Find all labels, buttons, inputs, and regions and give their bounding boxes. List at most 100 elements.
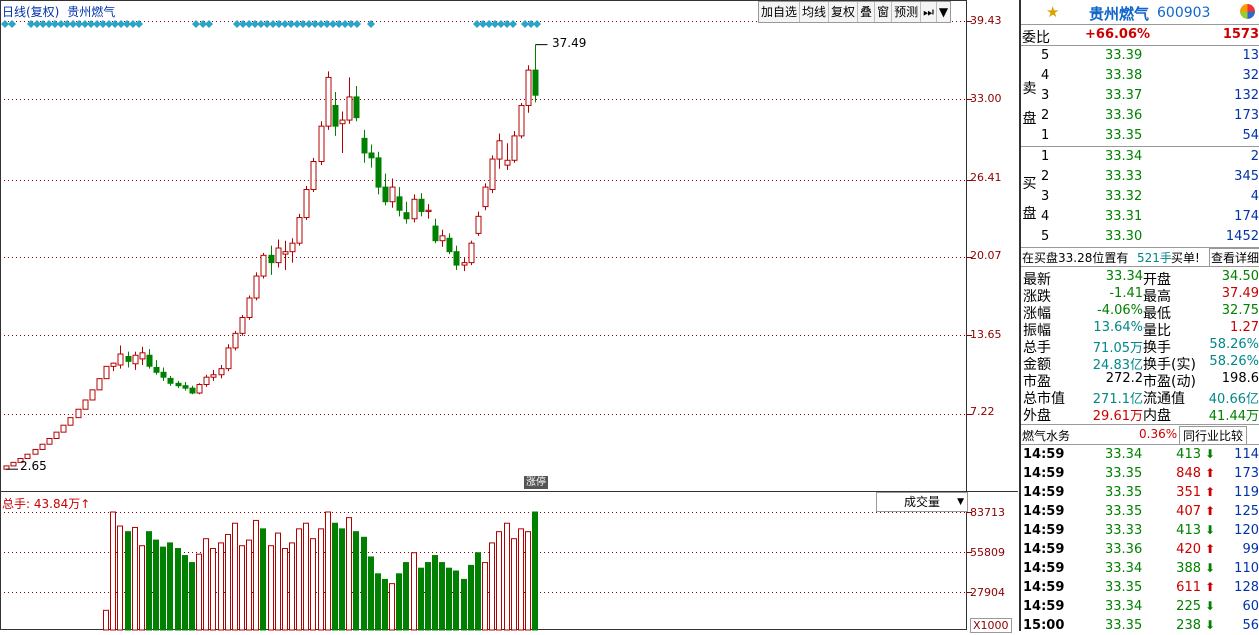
stats-row: 最新 33.34 开盘 34.50 bbox=[1021, 269, 1259, 288]
sell-level[interactable]: 1 33.35 54 bbox=[1021, 126, 1259, 146]
stats-row: 涨跌 -1.41 最高 37.49 bbox=[1021, 286, 1259, 305]
level-volume: 345 bbox=[1234, 169, 1259, 184]
event-diamond-icon bbox=[1, 20, 9, 28]
candle-body bbox=[368, 152, 375, 159]
candle-body bbox=[525, 69, 532, 106]
trade-time: 14:59 bbox=[1023, 542, 1065, 557]
event-diamond-icon bbox=[8, 20, 16, 28]
level-index: 5 bbox=[1041, 229, 1050, 244]
volume-bar bbox=[239, 545, 245, 631]
volume-bar bbox=[496, 531, 502, 631]
candle-body bbox=[110, 362, 117, 367]
kline-chart-area[interactable]: 日线(复权) 贵州燃气 加自选 均线 复权 叠 窗 预测 ⏭ ▼ 39.43 3… bbox=[0, 0, 1018, 633]
volume-axis-label: 55809 bbox=[970, 546, 1005, 559]
stat-value: 32.75 bbox=[1221, 303, 1259, 318]
volume-bar bbox=[125, 531, 131, 631]
level-volume: 54 bbox=[1242, 128, 1259, 143]
trade-count: 120 bbox=[1234, 523, 1259, 538]
candle-body bbox=[167, 377, 174, 384]
trade-price: 33.35 bbox=[1105, 485, 1143, 500]
buy-level[interactable]: 2 33.33 345 bbox=[1021, 167, 1259, 187]
level-index: 3 bbox=[1041, 88, 1050, 103]
candle-body bbox=[361, 137, 368, 154]
candle-body bbox=[332, 104, 339, 127]
trade-volume: 413 bbox=[1176, 447, 1201, 462]
buy-level[interactable]: 4 33.31 174 bbox=[1021, 207, 1259, 227]
volume-bar bbox=[353, 531, 359, 631]
kline-chart-canvas[interactable] bbox=[0, 0, 1018, 631]
sell-level[interactable]: 4 33.38 32 bbox=[1021, 66, 1259, 86]
candle-body bbox=[39, 443, 46, 450]
adjust-button[interactable]: 复权 bbox=[829, 2, 859, 22]
add-watchlist-button[interactable]: 加自选 bbox=[759, 2, 801, 22]
volume-bar bbox=[489, 542, 495, 631]
stat-value: -1.41 bbox=[1109, 286, 1143, 301]
stat-value: 1.27 bbox=[1230, 320, 1259, 335]
candle-body bbox=[117, 353, 124, 366]
volume-bar bbox=[425, 562, 431, 631]
volume-bar bbox=[446, 567, 452, 631]
candle-body bbox=[425, 209, 432, 212]
direction-arrow-icon: ⬆ bbox=[1204, 504, 1215, 518]
trade-volume: 611 bbox=[1176, 580, 1201, 595]
sell-level[interactable]: 2 33.36 173 bbox=[1021, 106, 1259, 126]
skip-end-icon[interactable]: ⏭ bbox=[921, 2, 937, 22]
level-price: 33.34 bbox=[1105, 149, 1143, 164]
candle-body bbox=[496, 140, 503, 160]
volume-bar bbox=[117, 525, 123, 631]
pie-icon[interactable] bbox=[1240, 4, 1255, 19]
volume-bar bbox=[296, 528, 302, 631]
weicha-value: 1573 bbox=[1222, 27, 1259, 42]
candle-body bbox=[403, 212, 410, 220]
stat-value: 13.64% bbox=[1093, 320, 1143, 335]
buy-level[interactable]: 1 33.34 2 bbox=[1021, 147, 1259, 167]
moving-average-button[interactable]: 均线 bbox=[800, 2, 830, 22]
event-diamond-icon bbox=[205, 20, 213, 28]
direction-arrow-icon: ⬆ bbox=[1204, 485, 1215, 499]
price-axis-label: 26.41 bbox=[970, 171, 1002, 184]
level-volume: 2 bbox=[1250, 149, 1259, 164]
candle-body bbox=[96, 378, 103, 391]
window-button[interactable]: 窗 bbox=[875, 2, 893, 22]
volume-bar bbox=[225, 533, 231, 631]
forecast-button[interactable]: 预测 bbox=[892, 2, 922, 22]
view-detail-button[interactable]: 查看详细 bbox=[1208, 248, 1259, 267]
volume-axis-label: 83713 bbox=[970, 506, 1005, 519]
level-volume: 32 bbox=[1242, 68, 1259, 83]
industry-compare-button[interactable]: 同行业比较 bbox=[1179, 426, 1248, 445]
chart-frame bbox=[0, 0, 967, 630]
trade-count: 173 bbox=[1234, 466, 1259, 481]
overlay-button[interactable]: 叠 bbox=[858, 2, 876, 22]
chevron-down-icon[interactable]: ▼ bbox=[937, 2, 950, 22]
trade-time: 14:59 bbox=[1023, 523, 1065, 538]
star-icon[interactable]: ★ bbox=[1046, 3, 1059, 21]
sell-level[interactable]: 5 33.39 13 bbox=[1021, 46, 1259, 66]
candle-body bbox=[260, 254, 267, 277]
event-diamond-icon bbox=[509, 20, 517, 28]
trade-row: 14:59 33.35 848 ⬆ 173 bbox=[1021, 464, 1259, 483]
stat-value: 29.61万 bbox=[1092, 409, 1143, 424]
candle-body bbox=[10, 461, 17, 467]
chart-header: 日线(复权) 贵州燃气 bbox=[2, 3, 115, 20]
sector-name[interactable]: 燃气水务 bbox=[1022, 427, 1070, 444]
trade-count: 128 bbox=[1234, 580, 1259, 595]
candle-body bbox=[24, 453, 31, 459]
buy-level[interactable]: 3 33.32 4 bbox=[1021, 187, 1259, 207]
volume-bar bbox=[511, 538, 517, 631]
stat-value: 58.26% bbox=[1209, 337, 1259, 352]
indicator-select[interactable]: 成交量 ▼ bbox=[876, 492, 968, 512]
volume-bar bbox=[175, 548, 181, 631]
chevron-down-icon: ▼ bbox=[957, 497, 964, 507]
level-volume: 13 bbox=[1242, 48, 1259, 63]
level-volume: 174 bbox=[1234, 209, 1259, 224]
volume-bar bbox=[218, 542, 224, 631]
candle-body bbox=[225, 347, 232, 370]
volume-bar bbox=[418, 567, 424, 631]
candle-body bbox=[318, 125, 325, 163]
trade-price: 33.34 bbox=[1105, 447, 1143, 462]
stat-value: 41.44万 bbox=[1208, 409, 1259, 424]
buy-level[interactable]: 5 33.30 1452 bbox=[1021, 227, 1259, 247]
volume-bar bbox=[160, 546, 166, 631]
volume-bar bbox=[203, 538, 209, 631]
sell-level[interactable]: 3 33.37 132 bbox=[1021, 86, 1259, 106]
